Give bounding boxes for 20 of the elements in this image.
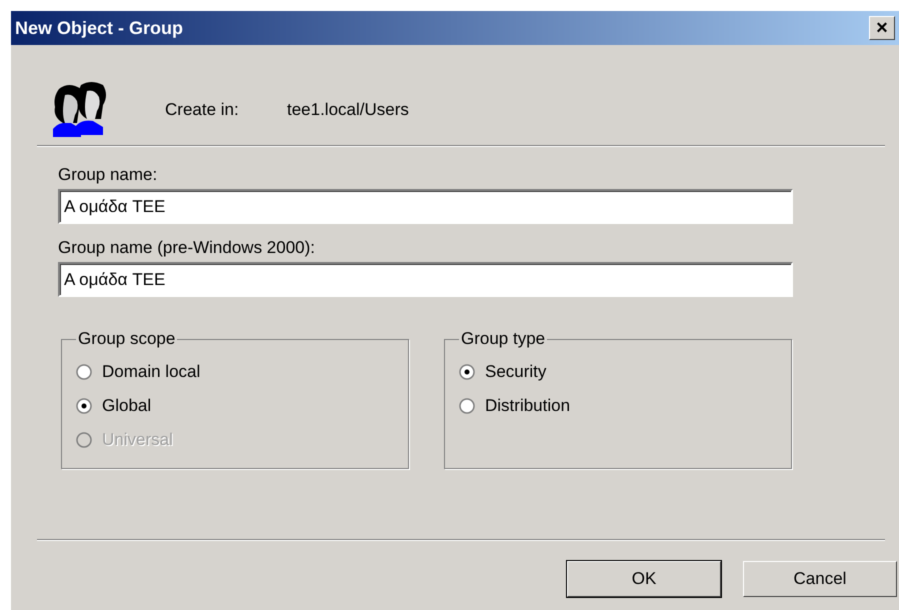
create-in-label: Create in: xyxy=(165,100,240,120)
group-title: Group type xyxy=(460,329,546,349)
option-label[interactable]: Domain local xyxy=(102,362,200,382)
container-path: tee1.local/Users xyxy=(287,100,409,120)
field-label: Group name: xyxy=(58,165,158,185)
cancel-button[interactable]: Cancel xyxy=(743,561,897,597)
field-label: Group name (pre-Windows 2000): xyxy=(58,238,316,258)
option-label[interactable]: Distribution xyxy=(485,396,570,416)
radio-button[interactable] xyxy=(76,398,92,414)
option-label[interactable]: Security xyxy=(485,362,546,382)
input-field[interactable]: Α ομάδα TEE xyxy=(58,189,793,224)
close-button[interactable]: × xyxy=(869,16,895,40)
input-field[interactable]: Α ομάδα TEE xyxy=(58,262,793,297)
window-title: New Object - Group xyxy=(15,18,184,38)
radio-button[interactable] xyxy=(459,364,475,380)
radio-button[interactable] xyxy=(459,398,475,414)
group-title: Group scope xyxy=(77,329,176,349)
ok-button[interactable]: OK xyxy=(567,561,721,597)
radio-button[interactable] xyxy=(76,364,92,380)
option-label[interactable]: Global xyxy=(102,396,152,416)
